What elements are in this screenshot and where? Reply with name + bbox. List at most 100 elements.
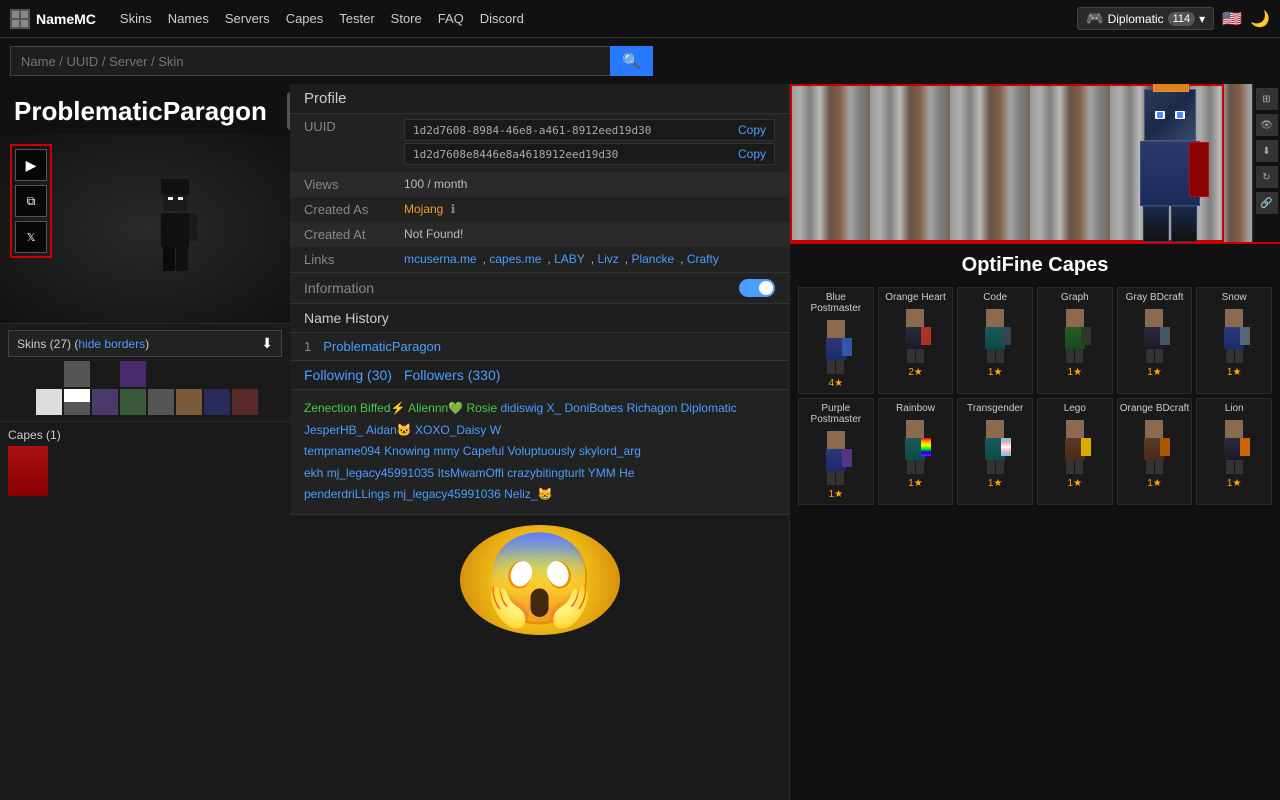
link-laby[interactable]: LABY xyxy=(554,252,585,266)
skin-thumb[interactable] xyxy=(8,389,34,415)
skin-thumb[interactable] xyxy=(92,361,118,387)
copy-uuid2-button[interactable]: Copy xyxy=(738,147,766,161)
site-logo[interactable]: NameMC xyxy=(10,9,96,29)
created-as-row: Created As Mojang ℹ xyxy=(290,197,789,222)
following-user[interactable]: JesperHB_ xyxy=(304,423,366,437)
cape-card[interactable]: Rainbow 1★ xyxy=(878,398,954,505)
user-badge[interactable]: 🎮 Diplomatic 114 ▾ xyxy=(1077,7,1214,30)
skins-download-icon[interactable]: ⬇ xyxy=(261,335,273,352)
cape-card[interactable]: Blue Postmaster 4★ xyxy=(798,287,874,394)
nav-faq[interactable]: FAQ xyxy=(438,11,464,26)
nav-servers[interactable]: Servers xyxy=(225,11,270,26)
cape-card[interactable]: Gray BDcraft 1★ xyxy=(1117,287,1193,394)
following-user[interactable]: Knowing xyxy=(384,444,433,458)
copy-uuid1-button[interactable]: Copy xyxy=(738,123,766,137)
following-user[interactable]: Aidan🐱 xyxy=(366,423,415,437)
skin-thumb[interactable] xyxy=(8,361,34,387)
following-user[interactable]: mj_legacy45991036 xyxy=(393,487,504,501)
following-user[interactable]: Biffed⚡ xyxy=(360,401,408,415)
skin-thumb[interactable] xyxy=(148,389,174,415)
skin-thumb[interactable] xyxy=(204,361,230,387)
link-capes[interactable]: capes.me xyxy=(489,252,541,266)
skin-thumb[interactable] xyxy=(92,389,118,415)
skin-thumb[interactable] xyxy=(120,361,146,387)
link-plancke[interactable]: Plancke xyxy=(631,252,674,266)
following-user[interactable]: Rosie xyxy=(466,401,500,415)
following-user[interactable]: Capeful xyxy=(463,444,508,458)
cape-card[interactable]: Snow 1★ xyxy=(1196,287,1272,394)
following-user[interactable]: skylord_arg xyxy=(579,444,641,458)
following-user[interactable]: Neliz_😸 xyxy=(504,487,552,501)
nav-discord[interactable]: Discord xyxy=(480,11,524,26)
cape-card[interactable]: Lego 1★ xyxy=(1037,398,1113,505)
skin-thumb[interactable] xyxy=(148,361,174,387)
following-user[interactable]: Zenection xyxy=(304,401,360,415)
skin-thumb[interactable] xyxy=(232,389,258,415)
following-user[interactable]: He xyxy=(619,466,634,480)
cape-card[interactable]: Code 1★ xyxy=(957,287,1033,394)
info-icon[interactable]: ℹ xyxy=(451,202,456,216)
following-user[interactable]: ekh xyxy=(304,466,327,480)
following-user[interactable]: YMM xyxy=(588,466,619,480)
search-button[interactable]: 🔍 xyxy=(610,46,653,76)
cape-card[interactable]: Orange BDcraft 1★ xyxy=(1117,398,1193,505)
nav-names[interactable]: Names xyxy=(168,11,209,26)
skin-thumb[interactable] xyxy=(120,389,146,415)
side-icon-5[interactable]: 🔗 xyxy=(1256,192,1278,214)
name-link[interactable]: ProblematicParagon xyxy=(323,339,441,354)
cape-card[interactable]: Transgender 1★ xyxy=(957,398,1033,505)
following-user[interactable]: X_ xyxy=(547,401,565,415)
nav-tester[interactable]: Tester xyxy=(339,11,374,26)
nav-store[interactable]: Store xyxy=(391,11,422,26)
cape-card[interactable]: Purple Postmaster 1★ xyxy=(798,398,874,505)
skin-thumb[interactable] xyxy=(64,389,90,415)
following-user[interactable]: tempname094 xyxy=(304,444,384,458)
following-user[interactable]: Voluptuously xyxy=(507,444,578,458)
following-user[interactable]: mj_legacy45991035 xyxy=(327,466,438,480)
cape-thumbnail[interactable] xyxy=(8,446,48,496)
nav-capes[interactable]: Capes xyxy=(286,11,324,26)
cape-stars: 4★ xyxy=(829,378,844,389)
cape-card[interactable]: Graph 1★ xyxy=(1037,287,1113,394)
side-icon-2[interactable]: 👁 xyxy=(1256,114,1278,136)
following-user[interactable]: mmy xyxy=(433,444,462,458)
skin-thumb[interactable] xyxy=(176,389,202,415)
search-input[interactable] xyxy=(10,46,610,76)
cape-card-name: Rainbow xyxy=(896,403,935,414)
side-icon-4[interactable]: ↻ xyxy=(1256,166,1278,188)
copy-skin-button[interactable]: ⧉ xyxy=(15,185,47,217)
skin-thumb[interactable] xyxy=(36,389,62,415)
following-user[interactable]: penderdriLLings xyxy=(304,487,393,501)
following-user[interactable]: Richagon xyxy=(627,401,681,415)
skin-thumb[interactable] xyxy=(232,361,258,387)
following-user[interactable]: didiswig xyxy=(500,401,546,415)
side-icon-3[interactable]: ⬇ xyxy=(1256,140,1278,162)
cape-card[interactable]: Lion 1★ xyxy=(1196,398,1272,505)
following-user[interactable]: XOXO_Daisy xyxy=(415,423,490,437)
following-user[interactable]: DoniBobes xyxy=(565,401,627,415)
link-mcuserna[interactable]: mcuserna.me xyxy=(404,252,477,266)
following-user[interactable]: crazybitingturlt xyxy=(507,466,587,480)
link-crafty[interactable]: Crafty xyxy=(687,252,719,266)
theme-icon[interactable]: 🌙 xyxy=(1250,9,1270,29)
following-user[interactable]: Aliennn💚 xyxy=(408,401,466,415)
information-toggle[interactable] xyxy=(739,279,775,297)
twitter-button[interactable]: 𝕏 xyxy=(15,221,47,253)
skin-thumb[interactable] xyxy=(64,361,90,387)
nav-skins[interactable]: Skins xyxy=(120,11,152,26)
cape-card-name: Orange BDcraft xyxy=(1120,403,1189,414)
following-user[interactable]: W xyxy=(490,423,501,437)
following-user[interactable]: ItsMwamOffi xyxy=(437,466,507,480)
skin-thumb[interactable] xyxy=(36,361,62,387)
following-user[interactable]: Diplomatic xyxy=(681,401,737,415)
skin-thumb[interactable] xyxy=(204,389,230,415)
uuid-value-cell: 1d2d7608-8984-46e8-a461-8912eed19d30 Cop… xyxy=(390,114,789,172)
cape-card[interactable]: Orange Heart 2★ xyxy=(878,287,954,394)
link-livz[interactable]: Livz xyxy=(597,252,618,266)
side-icon-1[interactable]: ⊞ xyxy=(1256,88,1278,110)
followers-count-link[interactable]: Followers (330) xyxy=(404,367,500,383)
following-count-link[interactable]: Following (30) xyxy=(304,367,392,383)
play-button[interactable]: ▶ xyxy=(15,149,47,181)
skin-thumb[interactable] xyxy=(176,361,202,387)
following-header: Following (30) Followers (330) xyxy=(290,361,789,390)
